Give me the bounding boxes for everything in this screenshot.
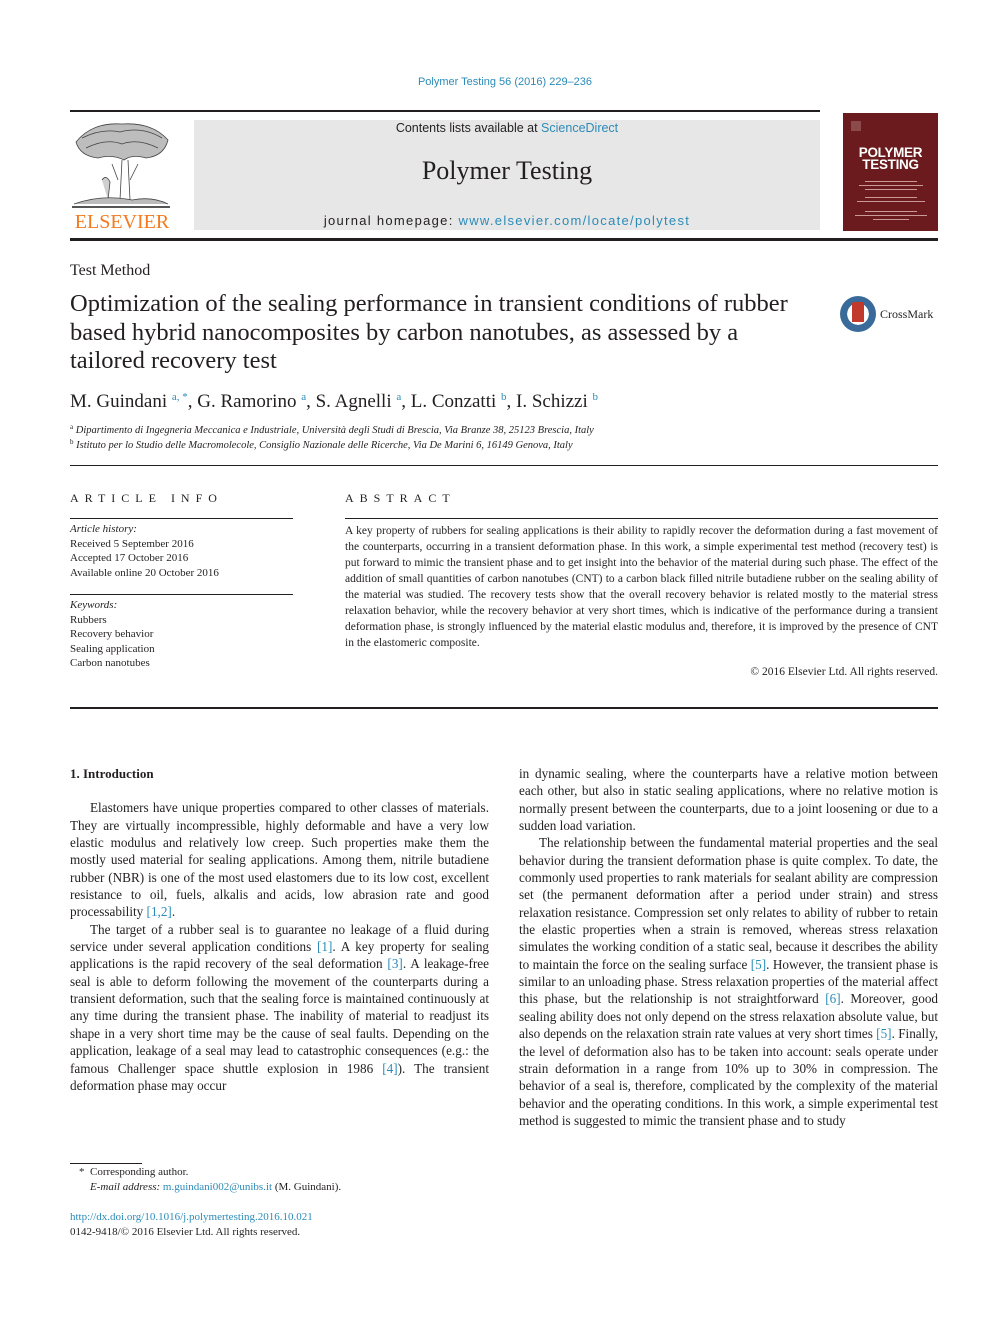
header-bottom-rule: [70, 238, 938, 241]
article-info-heading: ARTICLE INFO: [70, 491, 223, 505]
article-history: Article history: Received 5 September 20…: [70, 522, 219, 580]
cover-text-line: [859, 185, 923, 186]
body-paragraph: in dynamic sealing, where the counterpar…: [519, 766, 938, 834]
journal-name: Polymer Testing: [421, 156, 593, 185]
author-name: M. Guindani: [70, 391, 168, 412]
divider: [70, 518, 293, 519]
cover-text-line: [865, 181, 917, 182]
author-list: M. Guindani a, *, G. Ramorino a, S. Agne…: [70, 391, 599, 412]
sciencedirect-link[interactable]: ScienceDirect: [541, 121, 618, 135]
divider: [345, 518, 938, 519]
divider: [70, 707, 938, 709]
citation-link[interactable]: [1,2]: [147, 904, 172, 919]
elsevier-tree-icon: [72, 123, 170, 208]
crossmark-badge[interactable]: CrossMark: [840, 296, 940, 336]
body-paragraph: Elastomers have unique properties compar…: [70, 800, 489, 920]
footnote-rule: [70, 1163, 142, 1164]
article-title: Optimization of the sealing performance …: [70, 290, 788, 374]
history-item: Received 5 September 2016: [70, 537, 194, 550]
paragraph-container: Elastomers have unique properties compar…: [70, 799, 489, 1094]
history-item: Available online 20 October 2016: [70, 566, 219, 579]
keyword: Sealing application: [70, 642, 155, 655]
divider: [70, 465, 938, 466]
author-name: S. Agnelli: [315, 391, 392, 412]
email-note: E-mail address: m.guindani002@unibs.it (…: [90, 1181, 341, 1193]
author-name: L. Conzatti: [410, 391, 497, 412]
cover-text-line: [855, 215, 927, 216]
cover-text-line: [857, 201, 925, 202]
cover-title: POLYMER TESTING: [843, 146, 938, 172]
citation-link[interactable]: [5]: [876, 1026, 891, 1041]
keyword: Carbon nanotubes: [70, 657, 150, 669]
abstract-heading: ABSTRACT: [345, 491, 456, 505]
divider: [70, 594, 293, 595]
email-label: E-mail address:: [90, 1181, 161, 1193]
citation-link[interactable]: [1]: [317, 939, 332, 954]
article-type: Test Method: [70, 262, 151, 279]
cover-title-line2: TESTING: [862, 157, 919, 172]
abstract-copyright: © 2016 Elsevier Ltd. All rights reserved…: [750, 666, 938, 678]
homepage-link[interactable]: www.elsevier.com/locate/polytest: [459, 213, 691, 228]
crossmark-bookmark-icon: [852, 302, 864, 322]
elsevier-wordmark: ELSEVIER: [74, 211, 170, 233]
homepage-label: journal homepage:: [323, 213, 459, 228]
author-affiliation-link[interactable]: a: [301, 391, 306, 403]
email-owner: (M. Guindani).: [272, 1181, 342, 1193]
author-name: I. Schizzi: [516, 391, 588, 412]
history-item: Accepted 17 October 2016: [70, 552, 189, 564]
journal-banner: Contents lists available at ScienceDirec…: [194, 120, 820, 230]
body-paragraph: The relationship between the fundamental…: [519, 835, 939, 1128]
body-column-left: 1. Introduction Elastomers have unique p…: [70, 765, 489, 1094]
contents-line: Contents lists available at ScienceDirec…: [194, 121, 820, 135]
cover-text-line: [865, 211, 917, 212]
cover-text-line: [865, 197, 917, 198]
issn-copyright: 0142-9418/© 2016 Elsevier Ltd. All right…: [70, 1226, 301, 1238]
affiliation-key: b: [70, 438, 74, 446]
keywords: Keywords: Rubbers Recovery behavior Seal…: [70, 598, 155, 671]
citation-link[interactable]: [4]: [382, 1061, 397, 1076]
author-affiliation-link[interactable]: a: [396, 391, 401, 403]
keyword: Recovery behavior: [70, 628, 154, 640]
footnote-mark: *: [79, 1166, 85, 1178]
affiliation-key: a: [70, 423, 74, 431]
section-heading: 1. Introduction: [70, 766, 154, 781]
affiliation: a Dipartimento di Ingegneria Meccanica e…: [70, 423, 594, 436]
author-affiliation-link[interactable]: b: [593, 391, 599, 403]
email-link[interactable]: m.guindani002@unibs.it: [163, 1181, 272, 1193]
journal-homepage: journal homepage: www.elsevier.com/locat…: [194, 213, 820, 228]
history-label: Article history:: [70, 523, 137, 535]
author-affiliation-link[interactable]: b: [501, 391, 507, 403]
paragraph-container: in dynamic sealing, where the counterpar…: [519, 765, 938, 1129]
body-paragraph: The target of a rubber seal is to guaran…: [70, 921, 490, 1093]
footnote-text: Corresponding author.: [90, 1166, 189, 1178]
doi-link[interactable]: http://dx.doi.org/10.1016/j.polymertesti…: [70, 1211, 313, 1223]
cover-logo-icon: [851, 121, 861, 131]
affiliation-text: Dipartimento di Ingegneria Meccanica e I…: [75, 425, 594, 436]
keywords-label: Keywords:: [70, 599, 118, 611]
citation-link[interactable]: [6]: [825, 991, 840, 1006]
citation-link[interactable]: [5]: [751, 957, 766, 972]
journal-reference-link[interactable]: Polymer Testing 56 (2016) 229–236: [0, 76, 992, 88]
author-name: G. Ramorino: [197, 391, 297, 412]
keyword: Rubbers: [70, 613, 107, 626]
header-rule: [70, 110, 820, 112]
journal-cover-thumbnail[interactable]: POLYMER TESTING: [843, 113, 938, 231]
citation-link[interactable]: [3]: [387, 956, 402, 971]
body-column-right: in dynamic sealing, where the counterpar…: [519, 765, 938, 1129]
abstract-text: A key property of rubbers for sealing ap…: [345, 525, 938, 649]
crossmark-label: CrossMark: [880, 307, 934, 321]
affiliation-text: Istituto per lo Studio delle Macromoleco…: [76, 440, 573, 451]
affiliation: b Istituto per lo Studio delle Macromole…: [70, 438, 573, 451]
corresponding-author-note: * Corresponding author.: [79, 1166, 188, 1178]
cover-text-line: [865, 189, 917, 190]
elsevier-logo[interactable]: ELSEVIER: [70, 120, 174, 232]
cover-text-line: [873, 219, 909, 220]
contents-label: Contents lists available at: [395, 121, 542, 135]
author-affiliation-link[interactable]: a, *: [172, 391, 188, 403]
